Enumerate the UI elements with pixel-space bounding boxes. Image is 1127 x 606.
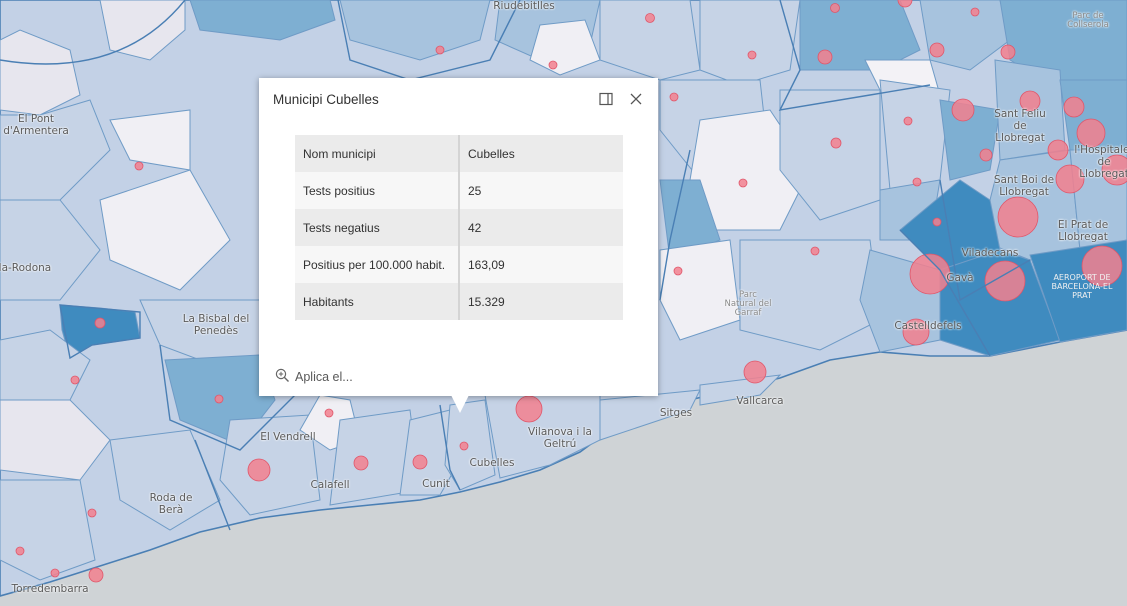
label-la-bisbal-del-penedes: La Bisbal del Penedès (182, 313, 250, 337)
label-riudebitlles: Riudebitlles (493, 0, 555, 12)
zoom-to-label: Aplica el... (295, 370, 353, 384)
label-gava: Gavà (946, 272, 974, 284)
field-label: Tests positius (295, 172, 460, 209)
field-value: 25 (459, 172, 623, 209)
label-castelldefels: Castelldefels (894, 320, 962, 332)
field-value: 42 (459, 209, 623, 246)
label-vilanova-i-la-geltru: Vilanova i la Geltrú (528, 426, 592, 450)
label-cunit: Cunit (422, 478, 450, 490)
label-cubelles: Cubelles (469, 457, 515, 469)
popup-pointer (451, 395, 469, 413)
feature-popup: Municipi Cubelles Nom municipi Cubelles T… (259, 78, 658, 396)
table-row: Tests positius 25 (295, 172, 623, 209)
field-label: Habitants (295, 283, 460, 320)
label-sitges: Sitges (659, 407, 693, 419)
attributes-table: Nom municipi Cubelles Tests positius 25 Te… (295, 135, 623, 320)
label-aeroport: AEROPORT DE BARCELONA-EL PRAT (1051, 273, 1113, 300)
zoom-in-icon (275, 368, 290, 386)
table-row: Habitants 15.329 (295, 283, 623, 320)
field-label: Nom municipi (295, 135, 460, 172)
label-torredembarra: Torredembarra (11, 583, 89, 595)
field-value: 163,09 (459, 246, 623, 283)
dock-panel-icon[interactable] (597, 90, 615, 108)
label-sant-boi: Sant Boi de Llobregat (993, 174, 1055, 198)
field-value: 15.329 (459, 283, 623, 320)
table-row: Tests negatius 42 (295, 209, 623, 246)
label-el-vendrell: El Vendrell (260, 431, 316, 443)
close-icon[interactable] (627, 90, 645, 108)
label-lhospitalet: l'Hospitalet de Llobregat (1074, 144, 1127, 180)
label-vallcarca: Vallcarca (736, 395, 784, 407)
label-roda-de-bera: Roda de Berà (149, 492, 193, 516)
label-parc-collserola: Parc de Collserola (1067, 11, 1109, 30)
field-label: Tests negatius (295, 209, 460, 246)
popup-title: Municipi Cubelles (273, 92, 379, 107)
label-parc-natural-garraf: Parc Natural del Garraf (724, 290, 772, 318)
table-row: Nom municipi Cubelles (295, 135, 623, 172)
table-row: Positius per 100.000 habit. 163,09 (295, 246, 623, 283)
field-value: Cubelles (459, 135, 623, 172)
label-viladecans: Viladecans (961, 247, 1019, 259)
label-el-prat: El Prat de Llobregat (1057, 219, 1109, 243)
label-vila-rodona: Vila-Rodona (0, 262, 52, 274)
field-label: Positius per 100.000 habit. (295, 246, 460, 283)
zoom-to-action[interactable]: Aplica el... (275, 368, 353, 386)
label-el-pont-darmentera: El Pont d'Armentera (3, 113, 69, 137)
label-calafell: Calafell (310, 479, 350, 491)
label-sant-feliu: Sant Feliu de Llobregat (994, 108, 1046, 144)
